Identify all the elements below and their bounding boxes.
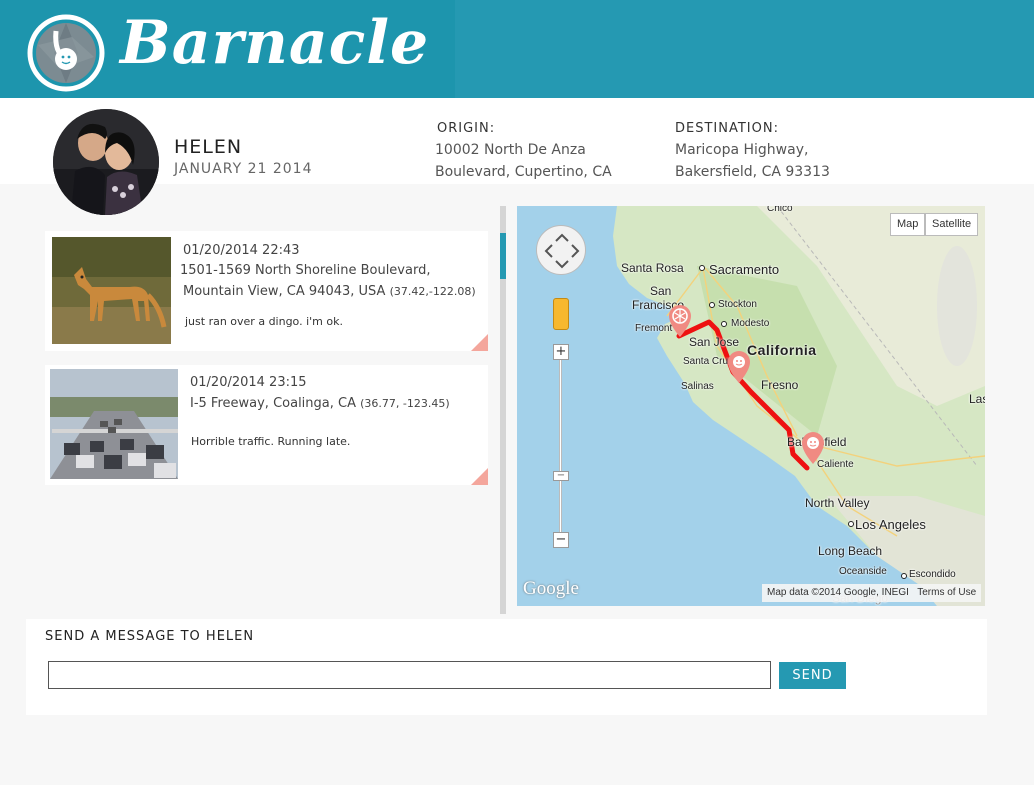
destination-label: DESTINATION: — [675, 121, 779, 136]
feed-address: Mountain View, CA 94043, USA — [183, 284, 386, 299]
map-label: Fresno — [761, 378, 799, 392]
message-title: SEND A MESSAGE TO HELEN — [45, 629, 255, 644]
dingo-photo — [52, 237, 171, 344]
corner-fold-icon[interactable] — [471, 468, 488, 485]
map-label: San Jose — [689, 335, 740, 349]
map-pan-control[interactable] — [536, 225, 586, 275]
map-type-satellite-button[interactable]: Satellite — [925, 213, 979, 236]
terms-of-use-link[interactable]: Terms of Use — [917, 587, 976, 598]
map-label: San — [650, 284, 672, 298]
map-label: Salinas — [681, 381, 714, 392]
feed-address-line-1: I-5 Freeway, Coalinga, CA (36.77, -123.4… — [190, 393, 450, 414]
freeway-traffic-photo — [50, 369, 178, 479]
message-input[interactable] — [48, 661, 771, 689]
destination-line-1: Maricopa Highway, — [675, 142, 809, 158]
checkin-marker-icon[interactable] — [800, 431, 826, 465]
list-item[interactable]: 01/20/2014 22:43 1501-1569 North Shoreli… — [45, 231, 488, 351]
street-view-pegman-icon[interactable] — [553, 298, 569, 330]
send-button[interactable]: SEND — [779, 662, 846, 689]
feed-coordinates: (36.77, -123.45) — [360, 397, 450, 410]
map-label: Chico — [767, 206, 793, 214]
brand-title[interactable]: Barnacle — [120, 8, 429, 78]
zoom-in-button[interactable]: + — [553, 344, 569, 360]
feed-address-line-1: 1501-1569 North Shoreline Boulevard, — [180, 263, 431, 278]
feed-message: just ran over a dingo. i'm ok. — [185, 315, 343, 328]
feed-time: 01/20/2014 22:43 — [183, 243, 300, 258]
city-dot — [721, 321, 727, 327]
corner-fold-icon[interactable] — [471, 334, 488, 351]
checkin-marker-icon[interactable] — [726, 350, 752, 384]
map-label: North Valley — [805, 496, 870, 510]
google-logo[interactable]: Google — [523, 578, 579, 600]
feed-scrollbar-thumb[interactable] — [500, 233, 506, 279]
map-label: Sacramento — [709, 262, 780, 277]
map-label: California — [747, 342, 817, 358]
pan-arrows-icon[interactable] — [537, 226, 587, 276]
city-dot — [901, 573, 907, 579]
origin-label: ORIGIN: — [437, 121, 496, 136]
route-map[interactable]: Map Satellite + − − Chico Santa Rosa Sac… — [517, 206, 985, 606]
map-label: Los Angeles — [855, 517, 926, 532]
city-dot — [709, 302, 715, 308]
origin-marker-icon[interactable] — [667, 304, 693, 338]
attribution-text: Map data ©2014 Google, INEGI — [767, 587, 909, 598]
feed-address-line-2: Mountain View, CA 94043, USA (37.42,-122… — [183, 281, 476, 302]
map-label: Oceanside — [839, 566, 887, 577]
map-label: Santa Rosa — [621, 261, 684, 275]
zoom-slider-handle[interactable]: − — [553, 471, 569, 481]
map-label: Las — [969, 392, 985, 406]
origin-line-1: 10002 North De Anza — [435, 142, 586, 158]
map-attribution: Map data ©2014 Google, INEGI Terms of Us… — [762, 584, 982, 602]
map-label: Escondido — [909, 569, 956, 580]
origin-line-2: Boulevard, Cupertino, CA — [435, 164, 612, 180]
feed-coordinates: (37.42,-122.08) — [389, 285, 476, 298]
destination-line-2: Bakersfield, CA 93313 — [675, 164, 830, 180]
city-dot — [699, 265, 705, 271]
map-label: Stockton — [718, 299, 757, 310]
feed-address: I-5 Freeway, Coalinga, CA — [190, 396, 356, 411]
feed-message: Horrible traffic. Running late. — [191, 435, 351, 448]
zoom-out-button[interactable]: − — [553, 532, 569, 548]
trip-date: JANUARY 21 2014 — [174, 161, 313, 177]
map-label: Long Beach — [818, 544, 883, 558]
barnacle-logo-icon[interactable] — [26, 13, 106, 93]
city-dot — [848, 521, 854, 527]
avatar — [53, 109, 159, 215]
zoom-slider-track[interactable] — [559, 352, 562, 542]
traveler-name: HELEN — [174, 136, 243, 158]
feed-time: 01/20/2014 23:15 — [190, 375, 307, 390]
map-type-map-button[interactable]: Map — [890, 213, 926, 236]
list-item[interactable]: 01/20/2014 23:15 I-5 Freeway, Coalinga, … — [45, 365, 488, 485]
map-label: Modesto — [731, 318, 770, 329]
